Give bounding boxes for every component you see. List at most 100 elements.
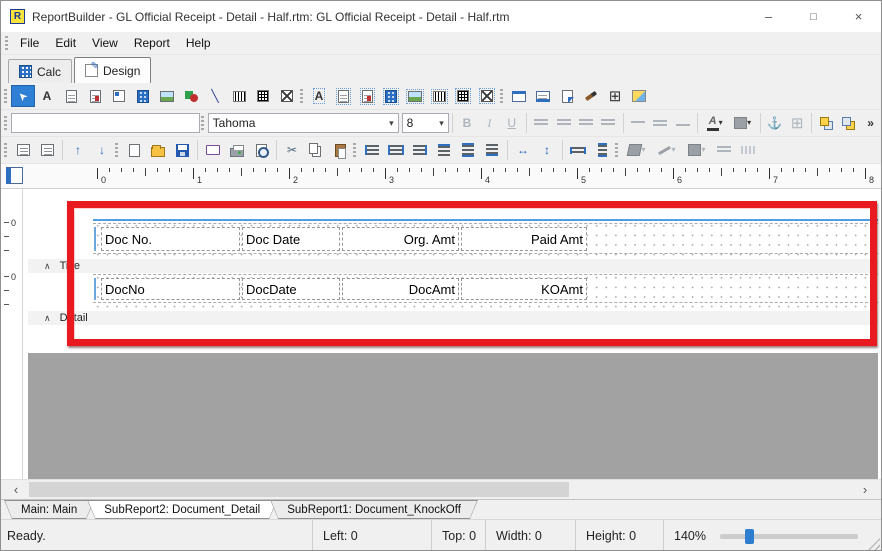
- tab-subreport2[interactable]: SubReport2: Document_Detail: [87, 500, 277, 519]
- image-tool[interactable]: [155, 85, 179, 107]
- align-right-button[interactable]: [575, 112, 597, 134]
- region-tool[interactable]: [507, 85, 531, 107]
- dbtext-tool[interactable]: A: [307, 85, 331, 107]
- borders-button[interactable]: ⊞: [786, 112, 808, 134]
- valign-bottom-button[interactable]: [671, 112, 693, 134]
- dbcalc-tool[interactable]: [379, 85, 403, 107]
- crosstab-tool[interactable]: [555, 85, 579, 107]
- menu-view[interactable]: View: [84, 34, 126, 52]
- menu-help[interactable]: Help: [178, 34, 219, 52]
- highlight-color-button[interactable]: ▾: [729, 112, 757, 134]
- detail-band-header[interactable]: ∧ Detail: [28, 311, 878, 325]
- scrollbar-thumb[interactable]: [29, 482, 569, 497]
- ruler-origin-icon[interactable]: [6, 167, 23, 184]
- underline-button[interactable]: U: [501, 112, 523, 134]
- report-tree-button[interactable]: [35, 139, 59, 161]
- italic-button[interactable]: I: [478, 112, 500, 134]
- line-dashed-button[interactable]: [736, 139, 760, 161]
- align-left-button[interactable]: [530, 112, 552, 134]
- align-h-centers-button[interactable]: [384, 139, 408, 161]
- align-bottoms-button[interactable]: [480, 139, 504, 161]
- scroll-left-arrow[interactable]: ‹: [7, 480, 25, 499]
- select-tool[interactable]: ➤: [11, 85, 35, 107]
- bring-to-front-button[interactable]: [815, 112, 837, 134]
- shape-tool[interactable]: [179, 85, 203, 107]
- paintbrush-tool[interactable]: [579, 85, 603, 107]
- nudge-down-button[interactable]: ↓: [90, 139, 114, 161]
- valign-middle-button[interactable]: [649, 112, 671, 134]
- dbrichtext-tool[interactable]: [355, 85, 379, 107]
- variable-tool[interactable]: [131, 85, 155, 107]
- new-button[interactable]: [122, 139, 146, 161]
- line-color-button[interactable]: ▾: [652, 139, 682, 161]
- barcode-tool[interactable]: [227, 85, 251, 107]
- print-preview-button[interactable]: [249, 139, 273, 161]
- field-docamt[interactable]: DocAmt: [342, 278, 459, 300]
- align-right-edges-button[interactable]: [408, 139, 432, 161]
- memo-tool[interactable]: [59, 85, 83, 107]
- page-setup-button[interactable]: [201, 139, 225, 161]
- font-size-combo[interactable]: 8 ▾: [402, 113, 449, 133]
- minimize-button[interactable]: –: [746, 1, 791, 32]
- line-tool[interactable]: ╲: [203, 85, 227, 107]
- space-vertically-button[interactable]: ↕: [535, 139, 559, 161]
- data-tree-button[interactable]: [11, 139, 35, 161]
- richtext-tool[interactable]: [83, 85, 107, 107]
- field-koamt[interactable]: KOAmt: [461, 278, 587, 300]
- label-paid-amt[interactable]: Paid Amt: [461, 227, 587, 251]
- size-same-height-button[interactable]: [590, 139, 614, 161]
- open-button[interactable]: [146, 139, 170, 161]
- db2dbarcode-tool[interactable]: [451, 85, 475, 107]
- title-band-header[interactable]: ∧ Title: [28, 259, 878, 273]
- label-doc-date[interactable]: Doc Date: [242, 227, 340, 251]
- label-doc-no[interactable]: Doc No.: [101, 227, 240, 251]
- fill-color-button[interactable]: ▾: [622, 139, 652, 161]
- field-docdate[interactable]: DocDate: [242, 278, 340, 300]
- style-combo[interactable]: [11, 113, 200, 133]
- valign-top-button[interactable]: [626, 112, 648, 134]
- barcode2d-tool[interactable]: [251, 85, 275, 107]
- zoom-slider-track[interactable]: [720, 534, 858, 539]
- tab-main[interactable]: Main: Main: [4, 500, 94, 519]
- checkbox-tool[interactable]: [275, 85, 299, 107]
- size-same-width-button[interactable]: [566, 139, 590, 161]
- close-button[interactable]: ×: [836, 1, 881, 32]
- label-org-amt[interactable]: Org. Amt: [342, 227, 459, 251]
- copy-button[interactable]: [304, 139, 328, 161]
- tab-subreport1[interactable]: SubReport1: Document_KnockOff: [270, 500, 478, 519]
- align-left-edges-button[interactable]: [360, 139, 384, 161]
- dbmemo-tool[interactable]: [331, 85, 355, 107]
- align-middles-button[interactable]: [456, 139, 480, 161]
- scroll-right-arrow[interactable]: ›: [856, 480, 874, 499]
- align-center-button[interactable]: [552, 112, 574, 134]
- system-variable-tool[interactable]: [107, 85, 131, 107]
- menu-file[interactable]: File: [12, 34, 47, 52]
- tab-design[interactable]: ✎ Design: [74, 57, 151, 83]
- maximize-button[interactable]: □: [791, 1, 836, 32]
- anchor-button[interactable]: ⚓: [764, 112, 786, 134]
- save-button[interactable]: [170, 139, 194, 161]
- paste-button[interactable]: [328, 139, 352, 161]
- send-to-back-button[interactable]: [838, 112, 860, 134]
- subreport-tool[interactable]: [531, 85, 555, 107]
- menu-report[interactable]: Report: [126, 34, 178, 52]
- shade-color-button[interactable]: ▾: [682, 139, 712, 161]
- chart-tool[interactable]: [627, 85, 651, 107]
- zoom-slider[interactable]: [720, 529, 858, 544]
- grid-tool[interactable]: ⊞: [603, 85, 627, 107]
- horizontal-scrollbar[interactable]: ‹ ›: [1, 479, 881, 499]
- bold-button[interactable]: B: [456, 112, 478, 134]
- label-tool[interactable]: A: [35, 85, 59, 107]
- font-name-combo[interactable]: Tahoma ▾: [208, 113, 399, 133]
- dbcheckbox-tool[interactable]: [475, 85, 499, 107]
- print-button[interactable]: [225, 139, 249, 161]
- dbbarcode-tool[interactable]: [427, 85, 451, 107]
- font-color-button[interactable]: A ▾: [701, 112, 729, 134]
- menu-edit[interactable]: Edit: [47, 34, 84, 52]
- design-canvas[interactable]: 0 0 Doc No. Doc Date Org. Amt Paid Amt ∧…: [1, 189, 881, 479]
- align-tops-button[interactable]: [432, 139, 456, 161]
- cut-button[interactable]: ✂: [280, 139, 304, 161]
- zoom-slider-thumb[interactable]: [745, 529, 754, 544]
- line-solid-button[interactable]: [712, 139, 736, 161]
- align-justify-button[interactable]: [597, 112, 619, 134]
